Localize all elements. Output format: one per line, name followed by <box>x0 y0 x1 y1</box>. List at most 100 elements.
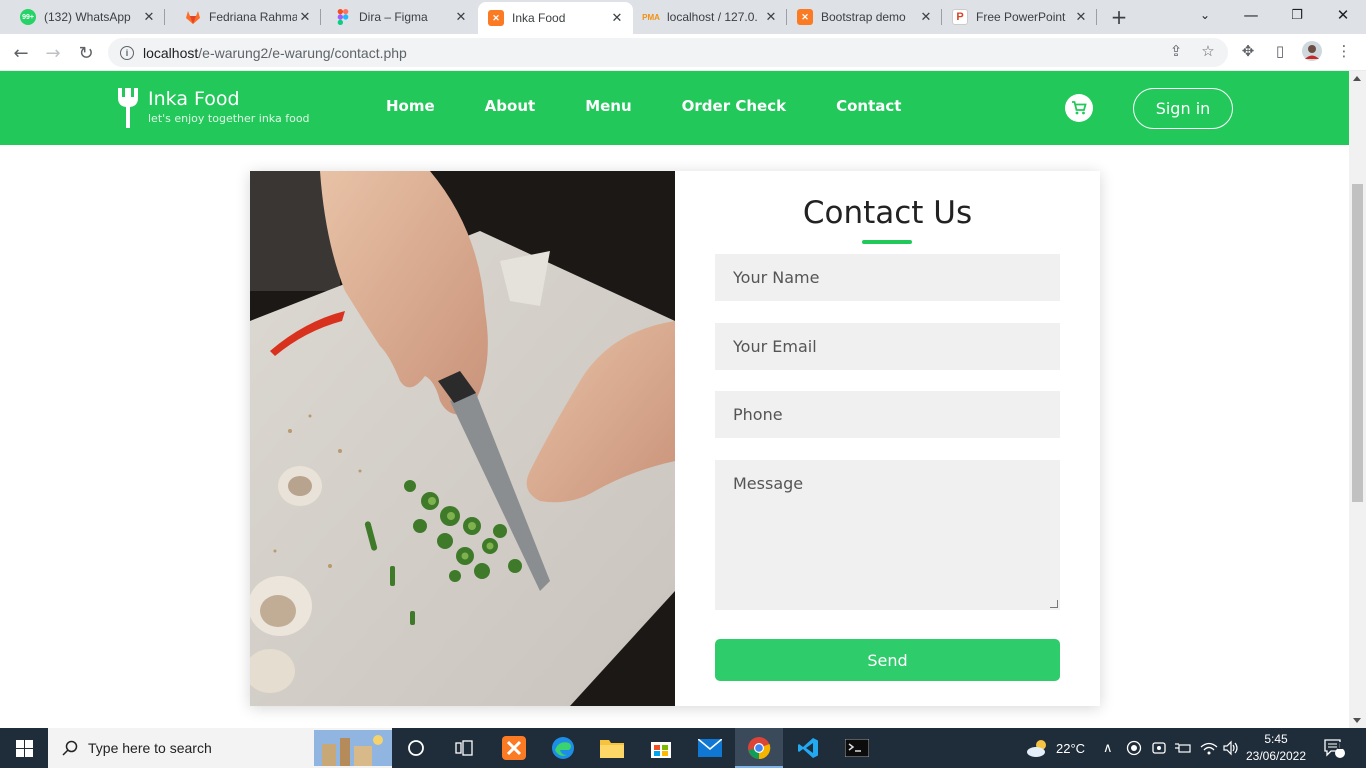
volume-icon[interactable] <box>1222 728 1240 768</box>
search-icon <box>62 740 78 756</box>
file-explorer-app-icon[interactable] <box>588 728 636 768</box>
resize-handle-icon[interactable] <box>1050 600 1058 608</box>
fork-logo-icon <box>118 88 138 128</box>
minimize-icon[interactable]: — <box>1228 0 1274 30</box>
nav-contact[interactable]: Contact <box>836 97 901 115</box>
side-panel-icon[interactable]: ▯ <box>1270 41 1290 61</box>
back-icon[interactable]: ← <box>8 40 34 66</box>
nav-order-check[interactable]: Order Check <box>682 97 786 115</box>
contact-title: Contact Us <box>802 195 973 231</box>
tab-title: Fedriana Rahman <box>209 10 297 24</box>
contact-form: Contact Us Your Name Your Email Phone Me… <box>675 171 1100 706</box>
tab-title: Free PowerPoint <box>976 10 1066 24</box>
message-placeholder: Message <box>733 474 804 493</box>
microsoft-store-app-icon[interactable] <box>637 728 685 768</box>
contact-card: Contact Us Your Name Your Email Phone Me… <box>250 171 1100 706</box>
close-tab-icon[interactable]: ✕ <box>453 9 469 25</box>
nav-home[interactable]: Home <box>386 97 435 115</box>
title-underline <box>862 240 912 244</box>
brand-logo[interactable]: Inka Food let's enjoy together inka food <box>116 86 310 130</box>
name-input[interactable]: Your Name <box>715 254 1060 301</box>
brand-name: Inka Food <box>148 88 240 110</box>
terminal-app-icon[interactable] <box>833 728 881 768</box>
tab-bootstrap-demo[interactable]: ✕ Bootstrap demo ✕ <box>787 0 942 34</box>
tray-battery-plug-icon[interactable] <box>1174 728 1192 768</box>
chef-chopping-photo <box>250 171 675 706</box>
notification-center-icon[interactable]: 1 <box>1323 728 1345 768</box>
tab-title: (132) WhatsApp <box>44 10 131 24</box>
reload-icon[interactable]: ↻ <box>73 40 99 66</box>
taskbar-search[interactable]: Type here to search <box>48 728 392 768</box>
tab-search-chevron-icon[interactable]: ⌄ <box>1182 0 1228 30</box>
address-bar[interactable]: i localhost/e-warung2/e-warung/contact.p… <box>108 38 1228 67</box>
tab-free-powerpoint[interactable]: P Free PowerPoint ✕ <box>942 0 1097 34</box>
chrome-app-icon[interactable] <box>735 728 783 768</box>
close-tab-icon[interactable]: ✕ <box>609 10 625 26</box>
scrollbar-thumb[interactable] <box>1352 184 1363 502</box>
bookmark-star-icon[interactable]: ☆ <box>1198 41 1218 61</box>
share-icon[interactable]: ⇪ <box>1166 41 1186 61</box>
edge-app-icon[interactable] <box>539 728 587 768</box>
restore-icon[interactable]: ❐ <box>1274 0 1320 30</box>
sign-in-button[interactable]: Sign in <box>1133 88 1233 129</box>
close-window-icon[interactable]: ✕ <box>1320 0 1366 30</box>
weather-widget[interactable]: 22°C <box>1026 728 1085 768</box>
xampp-app-icon[interactable] <box>490 728 538 768</box>
message-textarea[interactable]: Message <box>715 460 1060 610</box>
brand-tagline: let's enjoy together inka food <box>148 112 310 125</box>
whatsapp-icon: 99+ <box>20 9 36 25</box>
browser-toolbar: ← → ↻ i localhost/e-warung2/e-warung/con… <box>0 34 1366 71</box>
windows-start-icon[interactable] <box>0 728 48 768</box>
url-path: /e-warung2/e-warung/contact.php <box>198 44 407 61</box>
tab-title: localhost / 127.0. <box>667 10 758 24</box>
browser-tab-strip: 99+ (132) WhatsApp ✕ Fedriana Rahman ✕ D… <box>0 0 1366 34</box>
windows-taskbar: Type here to search 22°C ∧ 5:45 23/06/20… <box>0 728 1366 768</box>
xampp-icon: ✕ <box>488 10 504 26</box>
menu-kebab-icon[interactable]: ⋮ <box>1334 41 1354 61</box>
phone-input[interactable]: Phone <box>715 391 1060 438</box>
page-scrollbar[interactable] <box>1349 71 1366 728</box>
system-clock[interactable]: 5:45 23/06/2022 <box>1240 731 1312 765</box>
task-view-cortana-icon[interactable] <box>392 728 440 768</box>
figma-icon <box>335 9 351 25</box>
partly-cloudy-icon <box>1027 740 1046 757</box>
email-input[interactable]: Your Email <box>715 323 1060 370</box>
tab-title: Dira – Figma <box>359 10 428 24</box>
nav-menu[interactable]: Menu <box>585 97 631 115</box>
scroll-down-icon[interactable] <box>1353 718 1361 723</box>
profile-avatar[interactable] <box>1302 41 1322 61</box>
weather-temperature: 22°C <box>1056 740 1086 756</box>
forward-icon[interactable]: → <box>40 40 66 66</box>
powerpoint-icon: P <box>952 9 968 25</box>
close-tab-icon[interactable]: ✕ <box>763 9 779 25</box>
tab-phpmyadmin[interactable]: PMA localhost / 127.0. ✕ <box>633 0 787 34</box>
clock-date: 23/06/2022 <box>1245 749 1307 763</box>
wifi-icon[interactable] <box>1200 728 1218 768</box>
tab-whatsapp[interactable]: 99+ (132) WhatsApp ✕ <box>0 0 165 34</box>
url-host: localhost <box>143 44 199 61</box>
vscode-app-icon[interactable] <box>784 728 832 768</box>
scroll-up-icon[interactable] <box>1353 76 1361 81</box>
close-tab-icon[interactable]: ✕ <box>1073 9 1089 25</box>
search-placeholder: Type here to search <box>88 740 212 756</box>
cart-button[interactable] <box>1065 94 1093 122</box>
new-tab-icon[interactable]: + <box>1108 5 1130 29</box>
send-button[interactable]: Send <box>715 639 1060 681</box>
notification-count: 1 <box>1337 741 1343 752</box>
tray-meet-icon[interactable] <box>1151 728 1167 768</box>
mail-app-icon[interactable] <box>686 728 734 768</box>
tab-gitlab[interactable]: Fedriana Rahman ✕ <box>165 0 321 34</box>
nav-about[interactable]: About <box>485 97 536 115</box>
tab-inka-food[interactable]: ✕ Inka Food ✕ <box>478 2 633 34</box>
tray-record-icon[interactable] <box>1126 728 1142 768</box>
close-tab-icon[interactable]: ✕ <box>918 9 934 25</box>
close-tab-icon[interactable]: ✕ <box>297 9 313 25</box>
main-nav: Home About Menu Order Check Contact <box>386 97 951 115</box>
extensions-icon[interactable]: ✥ <box>1238 41 1258 61</box>
site-info-icon[interactable]: i <box>120 45 134 60</box>
page-viewport: Inka Food let's enjoy together inka food… <box>0 71 1349 728</box>
tray-overflow-chevron-icon[interactable]: ∧ <box>1103 728 1113 768</box>
close-tab-icon[interactable]: ✕ <box>141 9 157 25</box>
tab-figma[interactable]: Dira – Figma ✕ <box>321 0 477 34</box>
task-view-icon[interactable] <box>440 728 488 768</box>
